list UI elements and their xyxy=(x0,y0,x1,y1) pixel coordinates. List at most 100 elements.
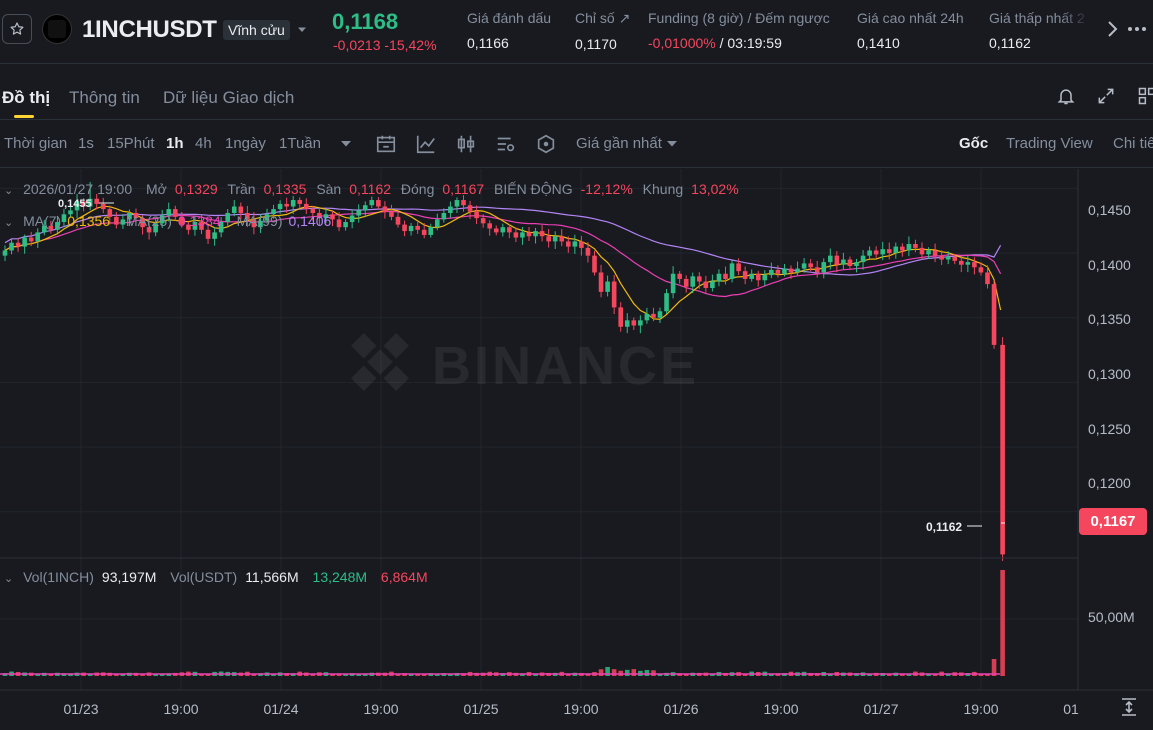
fit-vertical-icon[interactable] xyxy=(1119,697,1139,717)
tab-info[interactable]: Thông tin xyxy=(69,88,140,108)
candle-body xyxy=(592,255,597,273)
chevron-down-icon[interactable] xyxy=(666,140,678,148)
watermark: BINANCE xyxy=(351,333,699,396)
candle-body xyxy=(854,262,859,266)
candle-body xyxy=(841,259,846,265)
candle-body xyxy=(697,276,702,282)
candle-body xyxy=(428,227,434,235)
time-axis-label: 01 xyxy=(1063,701,1079,717)
expand-icon[interactable] xyxy=(1096,86,1116,106)
low-marker-label: 0,1162 xyxy=(926,520,962,534)
candle-body xyxy=(467,205,473,212)
candle-body xyxy=(369,200,375,206)
stat-label: Giá đánh dấu xyxy=(467,10,552,26)
chevron-down-icon[interactable]: ⌄ xyxy=(4,573,13,585)
candle-body xyxy=(932,250,938,256)
chart-settings-icon[interactable] xyxy=(495,133,517,155)
candle-body xyxy=(703,281,709,288)
interval-4h[interactable]: 4h xyxy=(195,135,212,152)
candle-body xyxy=(343,222,348,228)
candle-body xyxy=(814,267,820,273)
candle-body xyxy=(362,205,368,211)
chevron-down-icon[interactable]: ⌄ xyxy=(4,185,13,197)
vol-coin-value: 93,197M xyxy=(101,569,157,585)
more-icon[interactable] xyxy=(1126,20,1148,38)
candle-body xyxy=(448,206,453,213)
layout-grid-icon[interactable] xyxy=(1137,86,1153,106)
symbol-name[interactable]: 1INCHUSDT xyxy=(82,16,217,44)
candle-body xyxy=(913,244,918,248)
candle-body xyxy=(788,268,794,273)
candle-body xyxy=(304,203,309,210)
candle-body xyxy=(972,262,977,268)
interval-1h[interactable]: 1h xyxy=(166,135,184,152)
calendar-icon[interactable] xyxy=(375,133,397,155)
tab-chart[interactable]: Đồ thị xyxy=(2,88,50,108)
vol-coin-label: Vol(1INCH) xyxy=(23,569,94,585)
candle-body xyxy=(552,236,558,242)
price-chart[interactable]: BINANCE 0,1455 0,1162 xyxy=(0,169,1153,730)
candle-body xyxy=(729,263,735,279)
interval-1s[interactable]: 1s xyxy=(78,135,94,152)
chevron-right-icon[interactable] xyxy=(1104,20,1120,38)
high-value: 0,1335 xyxy=(263,181,307,197)
price-source-select[interactable]: Giá gần nhất xyxy=(576,135,662,152)
volume-bar xyxy=(624,669,630,676)
stat-label: Giá cao nhất 24h xyxy=(857,10,964,26)
price-axis-label: 0,1450 xyxy=(1088,202,1131,218)
time-axis-label: 19:00 xyxy=(763,701,799,717)
candle-body xyxy=(480,218,486,224)
candle-body xyxy=(795,268,800,273)
watermark-text: BINANCE xyxy=(432,336,699,396)
candle-body xyxy=(880,249,885,255)
view-trading-view[interactable]: Trading View xyxy=(1006,135,1093,152)
candle-body xyxy=(873,250,879,255)
candle-body xyxy=(559,236,565,242)
candle-body xyxy=(801,263,807,269)
candle-body xyxy=(985,272,990,285)
price-axis-label: 0,1250 xyxy=(1088,421,1131,437)
stat-high-24h: Giá cao nhất 24h 0,1410 xyxy=(857,10,964,51)
interval-15m[interactable]: 15Phút xyxy=(107,135,155,152)
chevron-down-icon[interactable] xyxy=(340,140,352,148)
candle-body xyxy=(94,198,99,204)
hexagon-settings-icon[interactable] xyxy=(535,133,557,155)
candle-body xyxy=(100,203,106,210)
favorite-button[interactable] xyxy=(2,14,32,44)
candle-body xyxy=(349,215,355,223)
bell-icon[interactable] xyxy=(1056,86,1076,106)
view-original[interactable]: Gốc xyxy=(959,135,988,152)
price-axis-label: 0,1400 xyxy=(1088,257,1131,273)
candle-body xyxy=(421,229,427,235)
range-value: 13,02% xyxy=(691,181,739,197)
ma-legend: ⌄ MA(7) 0,1356 MA(25) 0,1384 MA(99) 0,1406 xyxy=(4,213,331,229)
last-price: 0,1168 xyxy=(332,9,399,34)
indicator-icon[interactable] xyxy=(415,133,437,155)
candle-body xyxy=(834,255,840,265)
candle-body xyxy=(284,203,289,207)
candlestick-type-icon[interactable] xyxy=(455,133,477,155)
stat-index-price[interactable]: Chỉ số ↗ 0,1170 xyxy=(575,10,630,52)
stat-funding: Funding (8 giờ) / Đếm ngược -0,01000% / … xyxy=(648,10,830,51)
stat-value: 0,1162 xyxy=(989,35,1031,51)
contract-type-badge[interactable]: Vĩnh cửu xyxy=(223,20,290,40)
vol-usdt-label: Vol(USDT) xyxy=(170,569,238,585)
interval-1w[interactable]: 1Tuần xyxy=(279,135,321,152)
time-label: Thời gian xyxy=(4,135,68,152)
chevron-down-icon[interactable] xyxy=(297,26,307,34)
close-label: Đóng xyxy=(400,181,435,197)
chevron-down-icon[interactable]: ⌄ xyxy=(4,217,13,229)
vol-buy-value: 13,248M xyxy=(312,569,368,585)
stat-value: 0,1166 xyxy=(467,35,509,51)
tab-trading-data[interactable]: Dữ liệu Giao dịch xyxy=(163,88,294,108)
candle-body xyxy=(605,281,610,292)
chart-toolbar: Thời gian 1s 15Phút 1h 4h 1ngày 1Tuần Gi… xyxy=(0,120,1153,168)
ma7-label: MA(7) xyxy=(23,213,62,229)
stat-label: Giá thấp nhất 2 xyxy=(989,10,1085,26)
interval-1d[interactable]: 1ngày xyxy=(225,135,266,152)
candle-body xyxy=(821,262,827,273)
candle-body xyxy=(919,247,925,255)
candle-body xyxy=(238,206,244,213)
price-change: -0,0213 -15,42% xyxy=(333,37,437,53)
view-depth[interactable]: Chi tiế xyxy=(1113,135,1153,152)
